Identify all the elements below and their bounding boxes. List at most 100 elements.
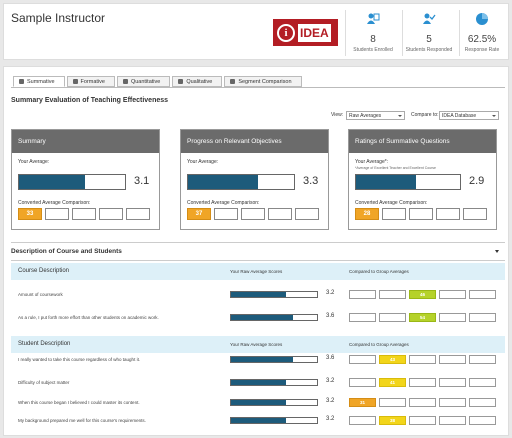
comparison-box: 46 — [409, 290, 436, 299]
score-value: 3.2 — [326, 416, 335, 422]
tab-segment-comparison[interactable]: Segment Comparison — [224, 76, 302, 87]
comparison-box: 33 — [18, 208, 42, 220]
chevron-down-icon — [492, 115, 496, 117]
comparison-box — [439, 290, 466, 299]
collapse-caret-icon[interactable] — [495, 250, 499, 253]
tab-formative[interactable]: Formative — [66, 76, 115, 87]
average-bar-fill — [356, 175, 417, 189]
stat-students-responded: 5 Students Responded — [400, 12, 458, 53]
comparison-box — [469, 355, 496, 364]
comparison-box — [349, 313, 376, 322]
comparison-box — [469, 378, 496, 387]
comparison-box — [126, 208, 150, 220]
qualitative-icon — [178, 79, 184, 84]
students-responded-label: Students Responded — [405, 47, 453, 53]
students-enrolled-icon — [367, 13, 380, 24]
average-value: 3.3 — [303, 175, 319, 187]
card-title: Ratings of Summative Questions — [349, 130, 496, 153]
score-bar — [230, 291, 318, 298]
header-panel: Sample Instructor i IDEA 8 Students Enro… — [3, 3, 509, 60]
row-label: I really wanted to take this course rega… — [18, 357, 141, 362]
divider — [11, 260, 505, 261]
description-row: When this course began I believed I coul… — [11, 395, 505, 413]
comparison-box — [382, 208, 406, 220]
comparison-box — [439, 398, 466, 407]
score-bar-fill — [231, 292, 287, 297]
group-header: Course Description Your Raw Average Score… — [11, 263, 505, 280]
group-title: Course Description — [18, 268, 70, 274]
converted-average-label: Converted Average Comparison: — [18, 200, 91, 206]
segment-comparison-icon — [230, 79, 236, 84]
stat-response-rate: 62.5% Response Rate — [453, 12, 511, 53]
score-bar — [230, 314, 318, 321]
comparison-box — [349, 378, 376, 387]
logo-text: IDEA — [298, 23, 331, 42]
tab-label: Formative — [80, 78, 105, 85]
score-value: 3.2 — [326, 398, 335, 404]
score-value: 3.2 — [326, 290, 335, 296]
comparison-box — [469, 290, 496, 299]
view-select[interactable]: Raw Averages — [346, 111, 405, 120]
logo-i-icon: i — [277, 23, 295, 42]
comparison-box — [469, 398, 496, 407]
score-bar — [230, 417, 318, 424]
view-select-value: Raw Averages — [349, 113, 382, 119]
comparison-boxes: 28 — [355, 208, 490, 220]
comparison-box: 54 — [409, 313, 436, 322]
comparison-box — [379, 290, 406, 299]
comparison-box: 31 — [349, 398, 376, 407]
average-bar — [187, 174, 295, 190]
description-row: Amount of coursework 3.2 46 — [11, 287, 505, 305]
score-bar — [230, 379, 318, 386]
description-title: Description of Course and Students — [11, 248, 122, 255]
comparison-box — [439, 355, 466, 364]
score-value: 3.6 — [326, 313, 335, 319]
comparison-box — [241, 208, 265, 220]
description-row: I really wanted to take this course rega… — [11, 352, 505, 370]
comparison-boxes: 31 — [349, 398, 499, 407]
tab-divider — [11, 87, 505, 88]
tab-label: Quantitative — [130, 78, 161, 85]
comparison-box — [439, 313, 466, 322]
your-average-label: Your Average: — [18, 159, 50, 165]
comparison-box — [268, 208, 292, 220]
comparison-box — [349, 290, 376, 299]
response-rate-label: Response Rate — [464, 47, 500, 53]
comparison-box: 38 — [379, 416, 406, 425]
comparison-box — [379, 313, 406, 322]
compare-select[interactable]: IDEA Database — [439, 111, 499, 120]
score-bar — [230, 399, 318, 406]
converted-average-label: Converted Average Comparison: — [187, 200, 260, 206]
comparison-boxes: 37 — [187, 208, 322, 220]
average-bar-fill — [19, 175, 85, 189]
tab-label: Segment Comparison — [238, 78, 292, 85]
comparison-box — [469, 416, 496, 425]
raw-average-column-label: Your Raw Average Scores — [230, 342, 283, 347]
tab-qualitative[interactable]: Qualitative — [172, 76, 223, 87]
tab-summative[interactable]: Summative — [13, 76, 65, 87]
your-average-label: Your Average*: — [355, 159, 389, 165]
group-average-column-label: Compared to Group Averages — [349, 342, 409, 347]
average-bar-fill — [188, 175, 258, 189]
comparison-box — [436, 208, 460, 220]
score-bar-fill — [231, 418, 287, 423]
group-title: Student Description — [18, 341, 71, 347]
comparison-box: 43 — [379, 355, 406, 364]
group-average-column-label: Compared to Group Averages — [349, 269, 409, 274]
progress-objectives-card: Progress on Relevant Objectives Your Ave… — [180, 129, 329, 230]
divider — [11, 242, 505, 243]
comparison-boxes: 33 — [18, 208, 153, 220]
comparison-box — [409, 416, 436, 425]
row-label: As a rule, I put forth more effort than … — [18, 315, 159, 320]
tab-bar: Summative Formative Quantitative Qualita… — [13, 76, 304, 87]
raw-average-column-label: Your Raw Average Scores — [230, 269, 283, 274]
score-bar-fill — [231, 400, 287, 405]
tab-quantitative[interactable]: Quantitative — [116, 76, 171, 87]
score-value: 3.6 — [326, 355, 335, 361]
row-label: Amount of coursework — [18, 292, 63, 297]
students-enrolled-value: 8 — [370, 34, 376, 45]
comparison-box: 41 — [379, 378, 406, 387]
view-label: View: — [331, 112, 344, 118]
comparison-box: 37 — [187, 208, 211, 220]
summative-questions-card: Ratings of Summative Questions Your Aver… — [348, 129, 497, 230]
